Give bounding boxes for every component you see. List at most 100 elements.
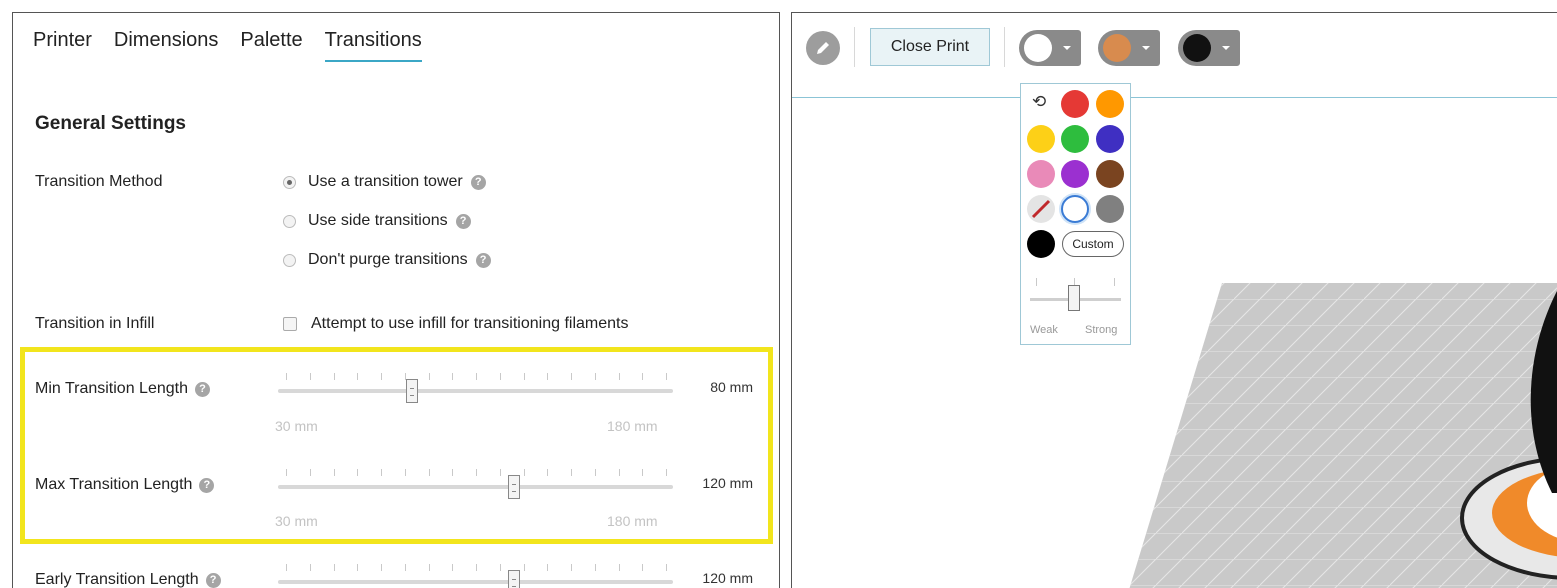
slider-ticks — [286, 564, 667, 572]
swatch-indigo[interactable] — [1096, 125, 1124, 153]
slider-tick — [523, 373, 525, 380]
slider-thumb[interactable] — [508, 475, 520, 499]
slider-tick — [547, 564, 549, 571]
transition-method-text: Transition Method — [35, 173, 163, 190]
radio-side-transitions[interactable]: Use side transitions ? — [283, 212, 471, 230]
radio-dont-purge[interactable]: Don't purge transitions ? — [283, 251, 491, 269]
slider-tick — [357, 469, 359, 476]
help-icon[interactable]: ? — [470, 174, 486, 190]
slider-thumb[interactable] — [406, 379, 418, 403]
slider-tick — [381, 373, 382, 380]
radio-label: Use a transition tower — [308, 173, 463, 190]
tab-dimensions[interactable]: Dimensions — [114, 29, 218, 62]
slider-tick — [333, 564, 335, 571]
radio-indicator[interactable] — [283, 253, 296, 267]
strength-slider-thumb[interactable] — [1068, 285, 1080, 311]
tab-transitions[interactable]: Transitions — [324, 29, 422, 62]
max-transition-slider[interactable] — [278, 467, 673, 499]
slider-tick — [642, 373, 644, 380]
slider-tick — [309, 564, 311, 571]
help-icon[interactable]: ? — [455, 213, 471, 229]
slider-tick — [666, 373, 667, 380]
slider-tick — [357, 373, 359, 380]
slider-tick — [618, 373, 620, 380]
slider-tick — [594, 564, 596, 571]
color-dropdown-2[interactable] — [1098, 30, 1160, 66]
strength-strong-label: Strong — [1085, 324, 1118, 336]
max-transition-label: Max Transition Length ? — [35, 476, 215, 494]
radio-transition-tower[interactable]: Use a transition tower ? — [283, 173, 486, 191]
settings-panel: Printer Dimensions Palette Transitions G… — [12, 12, 780, 588]
slider-tick — [476, 469, 477, 476]
max-transition-text: Max Transition Length — [35, 476, 193, 493]
slider-tick — [666, 564, 667, 571]
swatch-pink[interactable] — [1027, 160, 1055, 188]
slider-tick — [404, 469, 406, 476]
tab-palette[interactable]: Palette — [240, 29, 302, 62]
settings-tabs: Printer Dimensions Palette Transitions — [33, 29, 444, 62]
pencil-icon — [817, 42, 829, 54]
reset-color-icon[interactable]: ⟲ — [1032, 92, 1046, 112]
swatch-red[interactable] — [1061, 90, 1089, 118]
chevron-down-icon — [1063, 46, 1071, 50]
color-dropdown-3[interactable] — [1178, 30, 1240, 66]
custom-color-button[interactable]: Custom — [1062, 231, 1124, 257]
slider-tick — [499, 469, 501, 476]
help-icon[interactable]: ? — [194, 381, 210, 397]
early-transition-slider[interactable] — [278, 562, 673, 588]
radio-indicator[interactable] — [283, 214, 296, 228]
min-transition-value: 80 mm — [710, 379, 753, 395]
early-transition-text: Early Transition Length — [35, 571, 199, 588]
swatch-orange[interactable] — [1096, 90, 1124, 118]
slider-tick — [1036, 278, 1037, 286]
slider-tick — [333, 469, 335, 476]
slider-track[interactable] — [278, 389, 673, 393]
slider-tick — [642, 564, 644, 571]
close-print-button[interactable]: Close Print — [870, 28, 990, 66]
color-dropdown-1[interactable] — [1019, 30, 1081, 66]
slider-tick — [309, 373, 311, 380]
min-transition-slider[interactable] — [278, 371, 673, 403]
strength-weak-label: Weak — [1030, 324, 1058, 336]
slider-tick — [547, 469, 549, 476]
toolbar-separator — [854, 27, 855, 67]
transition-in-infill-label: Transition in Infill — [35, 315, 154, 333]
min-transition-range-min: 30 mm — [275, 418, 318, 434]
transition-method-label: Transition Method — [35, 173, 162, 191]
slider-tick — [594, 469, 596, 476]
slider-track[interactable] — [278, 485, 673, 489]
pencil-button[interactable] — [806, 31, 840, 65]
max-transition-range-max: 180 mm — [607, 513, 658, 529]
swatch-black[interactable] — [1027, 230, 1055, 258]
help-icon[interactable]: ? — [199, 477, 215, 493]
slider-tick — [571, 469, 572, 476]
slider-tick — [499, 373, 501, 380]
slider-track[interactable] — [278, 580, 673, 584]
swatch-green[interactable] — [1061, 125, 1089, 153]
infill-checkbox[interactable] — [283, 317, 297, 331]
swatch-purple[interactable] — [1061, 160, 1089, 188]
infill-checkbox-row[interactable]: Attempt to use infill for transitioning … — [283, 315, 628, 333]
swatch-none[interactable] — [1027, 195, 1055, 223]
help-icon[interactable]: ? — [475, 252, 491, 268]
tab-printer[interactable]: Printer — [33, 29, 92, 62]
chevron-down-icon — [1142, 46, 1150, 50]
slider-thumb[interactable] — [508, 570, 520, 588]
color-palette-popup: ⟲ Custom Weak Strong — [1020, 83, 1131, 345]
no-color-icon — [1031, 199, 1051, 219]
swatch-brown[interactable] — [1096, 160, 1124, 188]
slider-ticks — [286, 373, 667, 381]
slider-tick — [286, 373, 287, 380]
color-swatch-icon — [1024, 34, 1052, 62]
swatch-white-selected[interactable] — [1061, 195, 1089, 223]
slider-tick — [476, 564, 477, 571]
help-icon[interactable]: ? — [205, 572, 221, 588]
slider-tick — [404, 564, 406, 571]
viewer-panel: Close Print ⟲ Custom Weak Strong — [791, 12, 1557, 588]
build-plate-viewport[interactable] — [792, 13, 1557, 588]
slider-tick — [333, 373, 335, 380]
radio-indicator[interactable] — [283, 175, 296, 189]
swatch-gray[interactable] — [1096, 195, 1124, 223]
swatch-yellow[interactable] — [1027, 125, 1055, 153]
slider-tick — [642, 469, 644, 476]
